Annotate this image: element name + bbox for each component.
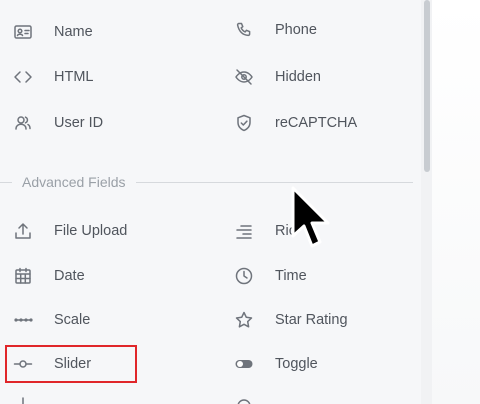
- slider-icon: [12, 353, 34, 375]
- canvas-area: [432, 0, 480, 404]
- field-partial[interactable]: [233, 393, 255, 404]
- users-icon: [12, 112, 34, 134]
- field-rich-text[interactable]: Ric: [233, 218, 296, 244]
- field-label: Scale: [54, 312, 91, 328]
- divider: [135, 181, 413, 183]
- field-label: reCAPTCHA: [275, 115, 358, 131]
- shield-check-icon: [233, 112, 255, 134]
- field-phone[interactable]: Phone: [233, 17, 317, 43]
- divider: [0, 181, 12, 183]
- field-name[interactable]: Name: [12, 19, 93, 45]
- partial-icon: [12, 395, 34, 404]
- partial-icon: [233, 395, 255, 404]
- field-label: Name: [54, 24, 93, 40]
- id-card-icon: [12, 21, 34, 43]
- field-label: File Upload: [54, 223, 128, 239]
- mouse-pointer-icon: [291, 186, 330, 248]
- field-label: Phone: [275, 22, 317, 38]
- field-scale[interactable]: Scale: [12, 307, 90, 333]
- section-title: Advanced Fields: [22, 174, 126, 190]
- phone-icon: [233, 19, 255, 41]
- scrollbar-thumb[interactable]: [424, 0, 430, 172]
- advanced-fields-header: Advanced Fields: [0, 172, 421, 192]
- field-label: Hidden: [275, 69, 321, 85]
- field-user-id[interactable]: User ID: [12, 110, 103, 136]
- field-label: User ID: [54, 115, 104, 131]
- field-hidden[interactable]: Hidden: [233, 64, 321, 90]
- star-icon: [233, 309, 255, 331]
- calendar-icon: [12, 265, 34, 287]
- dots-scale-icon: [12, 309, 34, 331]
- field-partial[interactable]: [12, 393, 34, 404]
- field-star-rating[interactable]: Star Rating: [233, 307, 348, 333]
- eye-slash-icon: [233, 66, 255, 88]
- field-toggle[interactable]: Toggle: [233, 351, 318, 377]
- clock-icon: [233, 265, 255, 287]
- code-brackets-icon: [12, 66, 34, 88]
- fields-panel: Name Phone HTML Hidden User ID reCAPTCHA: [0, 0, 432, 404]
- field-label: Slider: [54, 356, 92, 372]
- field-file-upload[interactable]: File Upload: [12, 218, 127, 244]
- field-html[interactable]: HTML: [12, 64, 93, 90]
- field-label: Star Rating: [275, 312, 348, 328]
- field-label: Time: [275, 268, 307, 284]
- field-label: HTML: [54, 69, 94, 85]
- upload-icon: [12, 220, 34, 242]
- toggle-icon: [233, 353, 255, 375]
- field-date[interactable]: Date: [12, 263, 85, 289]
- field-slider[interactable]: Slider: [12, 351, 91, 377]
- align-right-icon: [233, 220, 255, 242]
- field-label: Toggle: [275, 356, 318, 372]
- field-recaptcha[interactable]: reCAPTCHA: [233, 110, 357, 136]
- field-time[interactable]: Time: [233, 263, 307, 289]
- field-label: Date: [54, 268, 85, 284]
